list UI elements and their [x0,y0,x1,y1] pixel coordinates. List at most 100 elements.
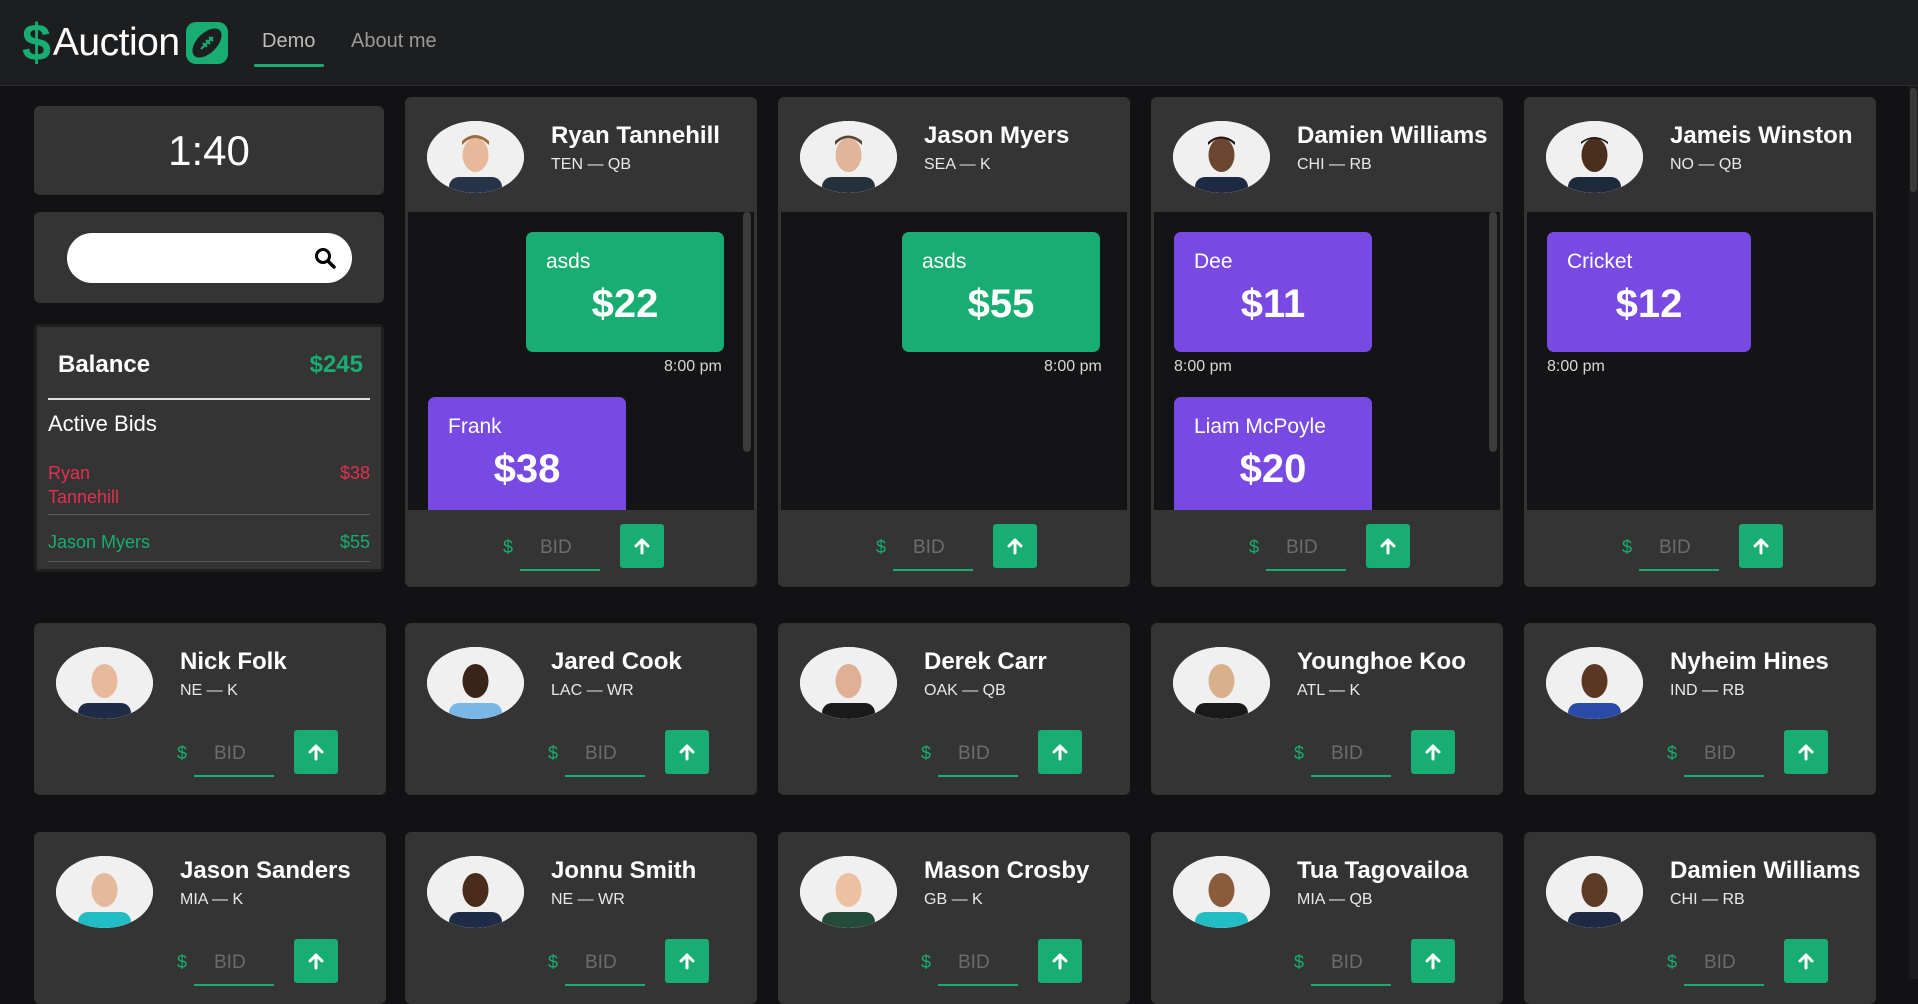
search-icon[interactable] [313,246,337,270]
bid-history-scrollbar[interactable] [1489,212,1497,452]
bid-input[interactable] [1684,733,1764,777]
submit-bid-button[interactable] [665,730,709,774]
player-team-position: MIA — QB [1297,891,1373,908]
bid-dollar: $ [177,952,188,972]
submit-bid-button[interactable] [993,524,1037,568]
bid-history[interactable]: Cricket $12 8:00 pm [1527,212,1873,510]
bid-amount: $38 [493,447,561,491]
player-team-position: NE — K [180,682,238,699]
nav-about-me[interactable]: About me [351,30,437,53]
arrow-up-icon [1425,744,1441,761]
bid-dollar: $ [1667,952,1678,972]
player-avatar [56,647,153,719]
player-card: Nick Folk NE — K $ [34,623,386,795]
bid-time: 8:00 pm [1547,358,1605,375]
player-avatar [1173,121,1270,193]
arrow-up-icon [1753,538,1769,555]
submit-bid-button[interactable] [1739,524,1783,568]
player-avatar [800,856,897,928]
bid-input[interactable] [1311,942,1391,986]
active-bid-row[interactable]: Ryan Tannehill $38 [48,461,370,515]
submit-bid-button[interactable] [1366,524,1410,568]
auction-card: Jason Myers SEA — K asds $55 8:00 pm $ [778,97,1130,587]
player-name: Damien Williams [1670,857,1861,884]
football-icon [185,22,228,64]
nav-active-indicator [254,64,324,67]
bid-input[interactable] [1684,942,1764,986]
balance-panel: Balance $245 Active Bids Ryan Tannehill … [34,324,384,572]
submit-bid-button[interactable] [1038,730,1082,774]
active-bid-player: Jason Myers [48,532,151,552]
arrow-up-icon [634,538,650,555]
player-card: Mason Crosby GB — K $ [778,832,1130,1004]
player-card: Damien Williams CHI — RB $ [1524,832,1876,1004]
submit-bid-button[interactable] [1784,939,1828,983]
bid-history[interactable]: asds $22 8:00 pm Frank $38 [408,212,754,510]
player-team-position: ATL — K [1297,682,1361,699]
bidder-name: Frank [448,415,502,438]
player-name: Jason Sanders [180,857,351,884]
search-input[interactable] [67,233,352,283]
bid-input[interactable] [565,733,645,777]
bid-history[interactable]: asds $55 8:00 pm [781,212,1127,510]
bidder-name: Cricket [1567,250,1633,273]
player-name: Damien Williams [1297,122,1488,149]
player-card: Nyheim Hines IND — RB $ [1524,623,1876,795]
bid-dollar: $ [177,743,188,763]
bid-input[interactable] [938,942,1018,986]
bid-amount: $11 [1240,282,1306,326]
bid-input[interactable] [194,733,274,777]
player-avatar [427,647,524,719]
player-name: Mason Crosby [924,857,1090,884]
player-team-position: IND — RB [1670,682,1745,699]
bid-time: 8:00 pm [1044,358,1102,375]
active-bid-row[interactable]: Jason Myers $55 [48,530,370,562]
submit-bid-button[interactable] [665,939,709,983]
bid-amount: $20 [1239,447,1307,491]
bidder-name: asds [922,250,967,273]
bid-input[interactable] [1266,527,1346,571]
bid-history[interactable]: Dee $11 8:00 pm Liam McPoyle $20 [1154,212,1500,510]
player-name: Tua Tagovailoa [1297,857,1469,884]
submit-bid-button[interactable] [1411,939,1455,983]
bid-input[interactable] [938,733,1018,777]
arrow-up-icon [1007,538,1023,555]
bid-input[interactable] [565,942,645,986]
player-team-position: CHI — RB [1297,156,1372,173]
bid-bubble: Frank $38 [428,397,626,510]
bid-input[interactable] [194,942,274,986]
bid-dollar: $ [1667,743,1678,763]
page-scroll-thumb[interactable] [1910,88,1917,192]
player-avatar [1173,856,1270,928]
submit-bid-button[interactable] [1784,730,1828,774]
player-card: Younghoe Koo ATL — K $ [1151,623,1503,795]
auction-card: Ryan Tannehill TEN — QB asds $22 8:00 pm… [405,97,757,587]
active-bid-amount: $55 [339,532,370,552]
player-avatar [800,647,897,719]
bid-input[interactable] [893,527,973,571]
logo[interactable]: $ Auction [22,17,228,69]
bid-input[interactable] [1311,733,1391,777]
player-team-position: SEA — K [924,156,991,173]
page-scrollbar[interactable] [1909,86,1918,979]
player-card: Jared Cook LAC — WR $ [405,623,757,795]
bid-input[interactable] [520,527,600,571]
submit-bid-button[interactable] [294,730,338,774]
player-avatar [427,856,524,928]
bid-dollar: $ [921,743,932,763]
bid-bubble: Liam McPoyle $20 [1174,397,1372,510]
submit-bid-button[interactable] [1411,730,1455,774]
player-avatar [1546,856,1643,928]
bid-dollar: $ [548,743,559,763]
arrow-up-icon [1425,953,1441,970]
bid-input[interactable] [1639,527,1719,571]
nav-demo[interactable]: Demo [262,30,315,53]
submit-bid-button[interactable] [1038,939,1082,983]
player-team-position: CHI — RB [1670,891,1745,908]
arrow-up-icon [1052,744,1068,761]
submit-bid-button[interactable] [294,939,338,983]
submit-bid-button[interactable] [620,524,664,568]
bid-history-scrollbar[interactable] [743,212,751,452]
bidder-name: asds [546,250,591,273]
active-bids-title: Active Bids [48,411,157,436]
